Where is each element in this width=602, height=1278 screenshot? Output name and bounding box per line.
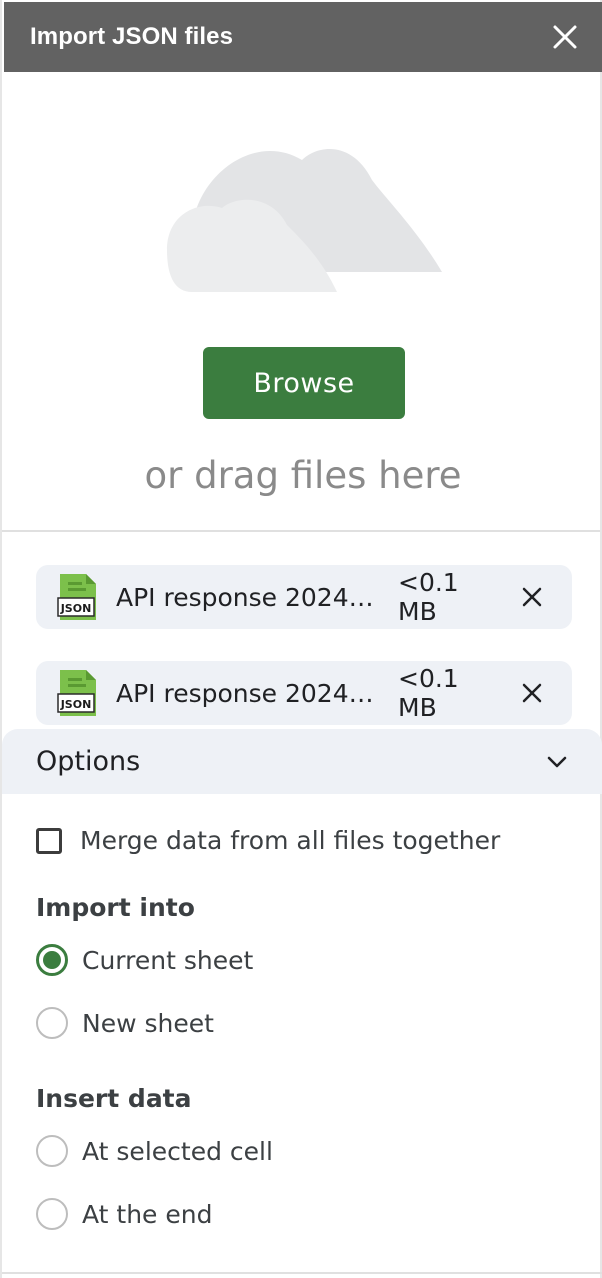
merge-files-label: Merge data from all files together [80,826,501,855]
dialog-titlebar: Import JSON files [4,2,602,72]
merge-files-checkbox[interactable]: Merge data from all files together [36,826,500,855]
close-button[interactable] [550,22,580,52]
drag-files-text: or drag files here [144,454,462,497]
import-dialog: Import JSON files Browse or drag files h… [0,0,602,1278]
json-file-icon: JSON [57,670,96,716]
remove-file-button[interactable] [518,583,546,611]
radio-label: New sheet [82,1008,214,1038]
options-toggle[interactable]: Options [2,729,602,794]
browse-button[interactable]: Browse [203,347,405,419]
radio-button[interactable] [36,944,68,976]
radio-button[interactable] [36,1135,68,1167]
radio-new-sheet[interactable]: New sheet [36,1007,214,1039]
file-dropzone[interactable]: Browse or drag files here [2,72,600,532]
radio-label: At the end [82,1199,213,1229]
radio-at-the-end[interactable]: At the end [36,1198,212,1230]
bottom-divider [2,1272,602,1274]
file-size: <0.1 MB [398,568,459,626]
import-into-label: Import into [36,893,195,922]
cloud-upload-icon [167,148,442,292]
file-item: JSON API response 2024-... <0.1 MB [36,565,572,629]
checkbox-box[interactable] [36,827,62,854]
file-name: API response 2024-... [116,678,378,708]
close-icon [522,587,542,607]
chevron-down-icon [547,756,567,767]
radio-button[interactable] [36,1198,68,1230]
svg-text:JSON: JSON [60,698,92,711]
options-label: Options [36,746,141,777]
radio-current-sheet[interactable]: Current sheet [36,944,253,976]
close-icon [553,25,577,49]
json-file-icon: JSON [57,574,96,620]
file-name: API response 2024-... [116,582,378,612]
remove-file-button[interactable] [518,679,546,707]
file-item: JSON API response 2024-... <0.1 MB [36,661,572,725]
radio-label: At selected cell [82,1136,273,1166]
svg-text:JSON: JSON [60,602,92,615]
radio-at-selected-cell[interactable]: At selected cell [36,1135,273,1167]
file-size: <0.1 MB [398,664,459,722]
insert-data-label: Insert data [36,1084,192,1113]
radio-label: Current sheet [82,945,254,975]
dialog-title: Import JSON files [30,23,234,50]
radio-button[interactable] [36,1007,68,1039]
close-icon [522,683,542,703]
